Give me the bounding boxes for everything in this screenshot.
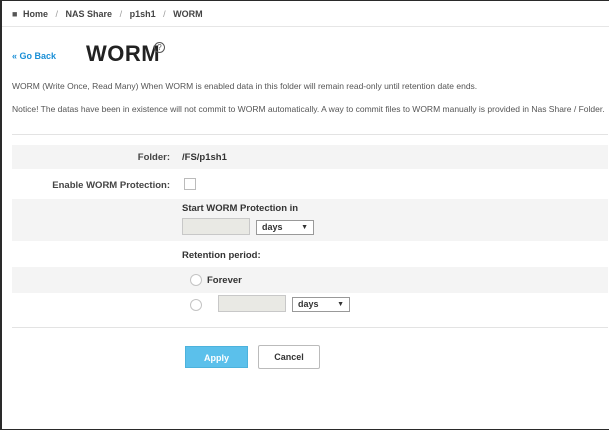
folder-value: /FS/p1sh1 bbox=[182, 152, 227, 163]
custom-retention-radio[interactable] bbox=[190, 299, 202, 311]
breadcrumb-separator: / bbox=[163, 9, 166, 19]
retention-days-input[interactable] bbox=[218, 295, 286, 312]
go-back-link[interactable]: « Go Back bbox=[12, 51, 56, 61]
folder-label: Folder: bbox=[137, 152, 170, 163]
start-worm-label: Start WORM Protection in bbox=[182, 203, 299, 214]
breadcrumb-share[interactable]: p1sh1 bbox=[130, 9, 156, 19]
start-days-input[interactable] bbox=[182, 218, 250, 235]
forever-row: Forever bbox=[12, 267, 608, 293]
worm-description: WORM (Write Once, Read Many) When WORM i… bbox=[12, 81, 478, 91]
help-icon[interactable]: ? bbox=[154, 42, 165, 53]
retention-unit-select[interactable]: days ▼ bbox=[292, 297, 350, 312]
forever-radio[interactable] bbox=[190, 274, 202, 286]
section-divider bbox=[12, 134, 608, 135]
breadcrumb-current: WORM bbox=[173, 9, 203, 19]
breadcrumb-separator: / bbox=[55, 9, 58, 19]
buttons-divider bbox=[12, 327, 608, 328]
retention-label-row: Retention period: bbox=[12, 241, 608, 267]
enable-row: Enable WORM Protection: bbox=[12, 169, 608, 199]
breadcrumb-separator: / bbox=[119, 9, 123, 19]
breadcrumb-home[interactable]: Home bbox=[23, 9, 48, 19]
main-panel: ■ Home / NAS Share / p1sh1 / WORM « Go B… bbox=[0, 0, 609, 430]
worm-notice: Notice! The datas have been in existence… bbox=[12, 104, 605, 114]
start-unit-select[interactable]: days ▼ bbox=[256, 220, 314, 235]
breadcrumb-nas-share[interactable]: NAS Share bbox=[66, 9, 113, 19]
header-divider bbox=[2, 26, 609, 27]
enable-worm-label: Enable WORM Protection: bbox=[52, 180, 170, 191]
dropdown-arrow-icon: ▼ bbox=[337, 301, 344, 308]
forever-label: Forever bbox=[207, 275, 242, 286]
apply-button[interactable]: Apply bbox=[185, 346, 248, 368]
retention-period-label: Retention period: bbox=[182, 250, 261, 261]
home-icon: ■ bbox=[12, 9, 18, 19]
page-title: WORM bbox=[86, 41, 161, 66]
enable-worm-checkbox[interactable] bbox=[184, 178, 196, 190]
retention-unit-value: days bbox=[298, 299, 319, 309]
folder-row: Folder: /FS/p1sh1 bbox=[12, 145, 608, 169]
dropdown-arrow-icon: ▼ bbox=[301, 224, 308, 231]
breadcrumb: ■ Home / NAS Share / p1sh1 / WORM bbox=[12, 9, 203, 19]
cancel-button[interactable]: Cancel bbox=[258, 345, 320, 369]
start-unit-value: days bbox=[262, 222, 283, 232]
